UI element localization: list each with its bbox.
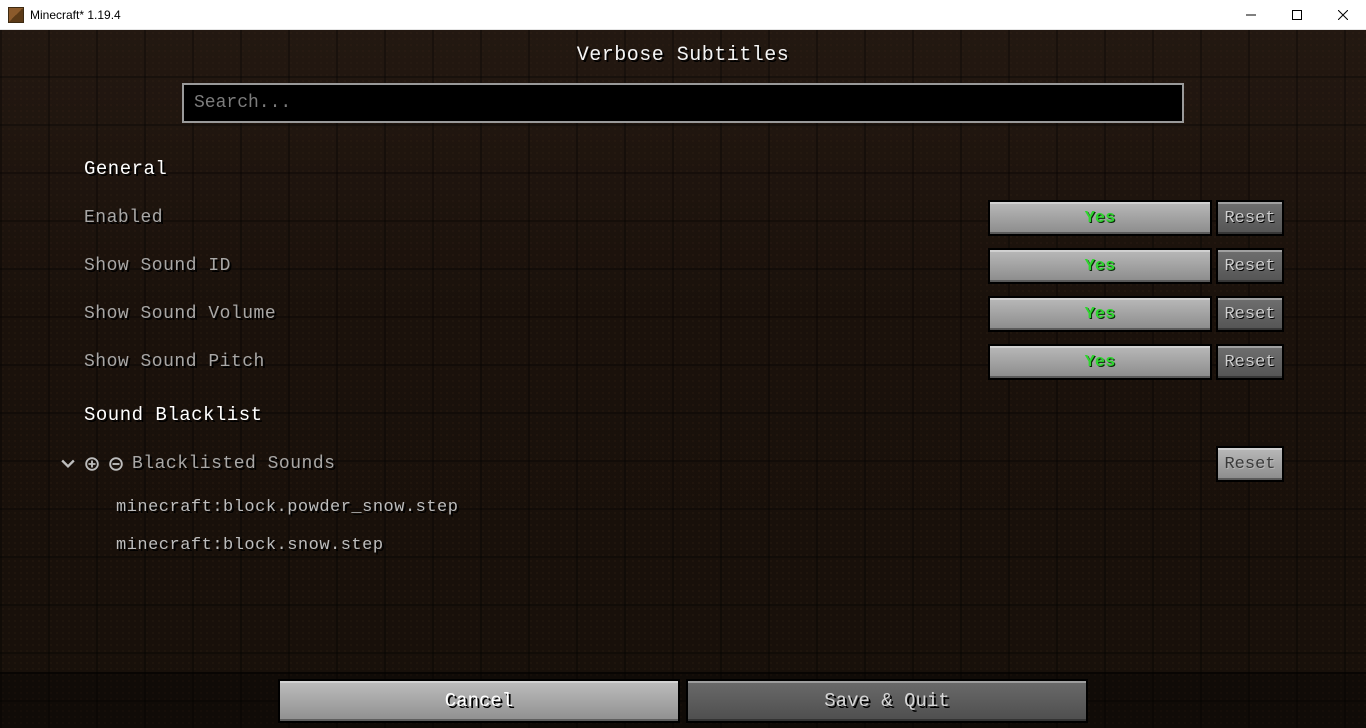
sound-pitch-value: Yes (1085, 353, 1116, 372)
enabled-value: Yes (1085, 209, 1116, 228)
remove-entry-button[interactable] (108, 456, 124, 472)
option-label: Show Sound Volume (84, 304, 990, 324)
app-icon (8, 7, 24, 23)
blacklist-label: Blacklisted Sounds (132, 454, 335, 474)
plus-circle-icon (85, 457, 99, 471)
sound-pitch-reset-button[interactable]: Reset (1218, 346, 1282, 378)
option-label: Show Sound ID (84, 256, 990, 276)
sound-id-value: Yes (1085, 257, 1116, 276)
option-label: Enabled (84, 208, 990, 228)
search-input[interactable] (182, 83, 1184, 123)
sound-volume-value: Yes (1085, 305, 1116, 324)
blacklist-row: Blacklisted Sounds Reset (84, 440, 1282, 488)
sound-pitch-toggle-button[interactable]: Yes (990, 346, 1210, 378)
section-general-header: General (84, 158, 1282, 180)
footer-bar: Cancel Save & Quit (0, 672, 1366, 728)
chevron-down-icon (61, 457, 75, 471)
add-entry-button[interactable] (84, 456, 100, 472)
option-row-sound-volume: Show Sound Volume Yes Reset (84, 290, 1282, 338)
window-close-button[interactable] (1320, 0, 1366, 30)
expand-collapse-button[interactable] (60, 456, 76, 472)
window-maximize-button[interactable] (1274, 0, 1320, 30)
save-quit-button[interactable]: Save & Quit (688, 681, 1086, 721)
section-blacklist-header: Sound Blacklist (84, 404, 1282, 426)
window-title: Minecraft* 1.19.4 (30, 8, 121, 22)
sound-id-toggle-button[interactable]: Yes (990, 250, 1210, 282)
page-title: Verbose Subtitles (0, 30, 1366, 73)
minus-circle-icon (109, 457, 123, 471)
game-screen: Verbose Subtitles General Enabled Yes Re… (0, 30, 1366, 728)
cancel-button[interactable]: Cancel (280, 681, 678, 721)
sound-volume-reset-button[interactable]: Reset (1218, 298, 1282, 330)
option-row-enabled: Enabled Yes Reset (84, 194, 1282, 242)
close-icon (1338, 10, 1348, 20)
blacklist-reset-button[interactable]: Reset (1218, 448, 1282, 480)
option-label: Show Sound Pitch (84, 352, 990, 372)
sound-id-reset-button[interactable]: Reset (1218, 250, 1282, 282)
window-titlebar: Minecraft* 1.19.4 (0, 0, 1366, 30)
sound-volume-toggle-button[interactable]: Yes (990, 298, 1210, 330)
options-scroll-area[interactable]: General Enabled Yes Reset Show Sound ID … (0, 140, 1366, 672)
enabled-toggle-button[interactable]: Yes (990, 202, 1210, 234)
maximize-icon (1292, 10, 1302, 20)
window-minimize-button[interactable] (1228, 0, 1274, 30)
list-item[interactable]: minecraft:block.powder_snow.step (116, 488, 1282, 526)
list-item[interactable]: minecraft:block.snow.step (116, 526, 1282, 564)
option-row-sound-pitch: Show Sound Pitch Yes Reset (84, 338, 1282, 386)
minimize-icon (1246, 10, 1256, 20)
option-row-sound-id: Show Sound ID Yes Reset (84, 242, 1282, 290)
enabled-reset-button[interactable]: Reset (1218, 202, 1282, 234)
